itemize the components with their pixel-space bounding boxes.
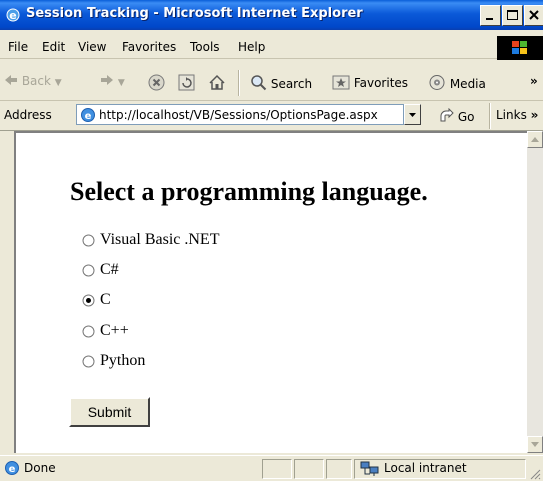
page-icon: e (81, 108, 95, 122)
forward-arrow-icon (101, 75, 113, 85)
windows-logo-icon (497, 36, 543, 60)
radio-button[interactable] (82, 325, 95, 338)
menu-view[interactable]: View (78, 40, 106, 54)
submit-button[interactable]: Submit (69, 397, 150, 427)
chevron-up-icon (531, 137, 539, 142)
favorites-label: Favorites (353, 76, 409, 90)
media-button[interactable]: Media (428, 74, 486, 91)
go-label: Go (457, 110, 475, 124)
svg-text:e: e (9, 9, 16, 22)
menu-favorites[interactable]: Favorites (122, 40, 176, 54)
scroll-up-button[interactable] (527, 131, 543, 148)
page-content: Select a programming language. Visual Ba… (14, 131, 527, 453)
stop-icon (148, 74, 165, 91)
page-heading: Select a programming language. (70, 177, 428, 206)
favorites-star-icon (332, 75, 350, 90)
back-button[interactable]: Back ▼ (4, 74, 62, 88)
menu-edit[interactable]: Edit (42, 40, 65, 54)
chevron-down-icon (531, 442, 539, 447)
security-zone-label: Local intranet (384, 461, 467, 475)
radio-label[interactable]: Python (100, 352, 145, 370)
address-label: Address (4, 108, 52, 122)
minimize-button[interactable] (480, 5, 501, 26)
address-url: http://localhost/VB/Sessions/OptionsPage… (99, 108, 378, 122)
close-icon (529, 10, 539, 20)
status-pane (326, 459, 352, 479)
radio-label[interactable]: C (100, 291, 111, 309)
status-pane (262, 459, 292, 479)
forward-button[interactable]: ▼ (100, 74, 125, 88)
chevron-down-icon (409, 113, 416, 117)
back-arrow-icon (5, 75, 17, 85)
menu-tools[interactable]: Tools (190, 40, 220, 54)
menu-file[interactable]: File (8, 40, 28, 54)
browser-window: e Session Tracking - Microsoft Internet … (0, 0, 543, 481)
close-button[interactable] (524, 5, 543, 26)
home-icon (209, 74, 225, 90)
chevron-down-icon: ▼ (54, 78, 62, 88)
window-title: Session Tracking - Microsoft Internet Ex… (26, 6, 363, 21)
status-text: Done (24, 461, 56, 475)
favorites-button[interactable]: Favorites (332, 74, 408, 90)
minimize-icon (486, 18, 493, 20)
radio-label[interactable]: C++ (100, 322, 129, 340)
radio-button-selected[interactable] (82, 294, 95, 307)
toolbar-overflow-chevron-icon[interactable]: » (530, 74, 538, 88)
radio-label[interactable]: C# (100, 261, 119, 279)
vertical-scrollbar[interactable] (527, 131, 543, 453)
go-button[interactable]: Go (438, 107, 475, 124)
scroll-down-button[interactable] (527, 436, 543, 453)
menu-bar: File Edit View Favorites Tools Help (0, 36, 543, 59)
status-pane (294, 459, 324, 479)
links-overflow-chevron-icon: » (530, 108, 539, 122)
chevron-down-icon: ▼ (117, 78, 125, 88)
radio-button[interactable] (82, 355, 95, 368)
local-intranet-icon (360, 461, 379, 476)
menu-help[interactable]: Help (238, 40, 265, 54)
home-button[interactable] (208, 74, 226, 91)
refresh-icon (178, 74, 195, 91)
svg-text:e: e (9, 464, 16, 475)
radio-button[interactable] (82, 264, 95, 277)
address-input[interactable]: e http://localhost/VB/Sessions/OptionsPa… (76, 104, 404, 125)
back-label: Back (21, 74, 51, 88)
media-label: Media (449, 77, 486, 91)
radio-label[interactable]: Visual Basic .NET (100, 231, 219, 249)
page-status-icon: e (5, 461, 19, 475)
resize-grip-icon[interactable] (529, 468, 541, 480)
links-button[interactable]: Links » (496, 108, 538, 122)
ie-logo-icon: e (6, 8, 20, 22)
go-arrow-icon (440, 107, 454, 122)
media-icon (429, 75, 445, 90)
search-button[interactable]: Search (250, 74, 312, 91)
search-label: Search (270, 77, 313, 91)
radio-button[interactable] (82, 234, 95, 247)
title-bar[interactable]: e Session Tracking - Microsoft Internet … (0, 0, 543, 30)
standard-toolbar: Back ▼ ▼ Search Favorites Media » (0, 66, 543, 101)
svg-text:e: e (85, 111, 92, 122)
refresh-button[interactable] (178, 74, 195, 91)
status-bar: e Done Local intranet (0, 455, 543, 481)
toolbar-separator (238, 70, 240, 96)
links-label: Links (496, 108, 527, 122)
stop-button[interactable] (148, 74, 165, 91)
address-separator (489, 103, 491, 129)
maximize-button[interactable] (502, 5, 523, 26)
search-icon (251, 75, 267, 91)
maximize-icon (507, 10, 518, 20)
address-dropdown-button[interactable] (404, 104, 421, 125)
